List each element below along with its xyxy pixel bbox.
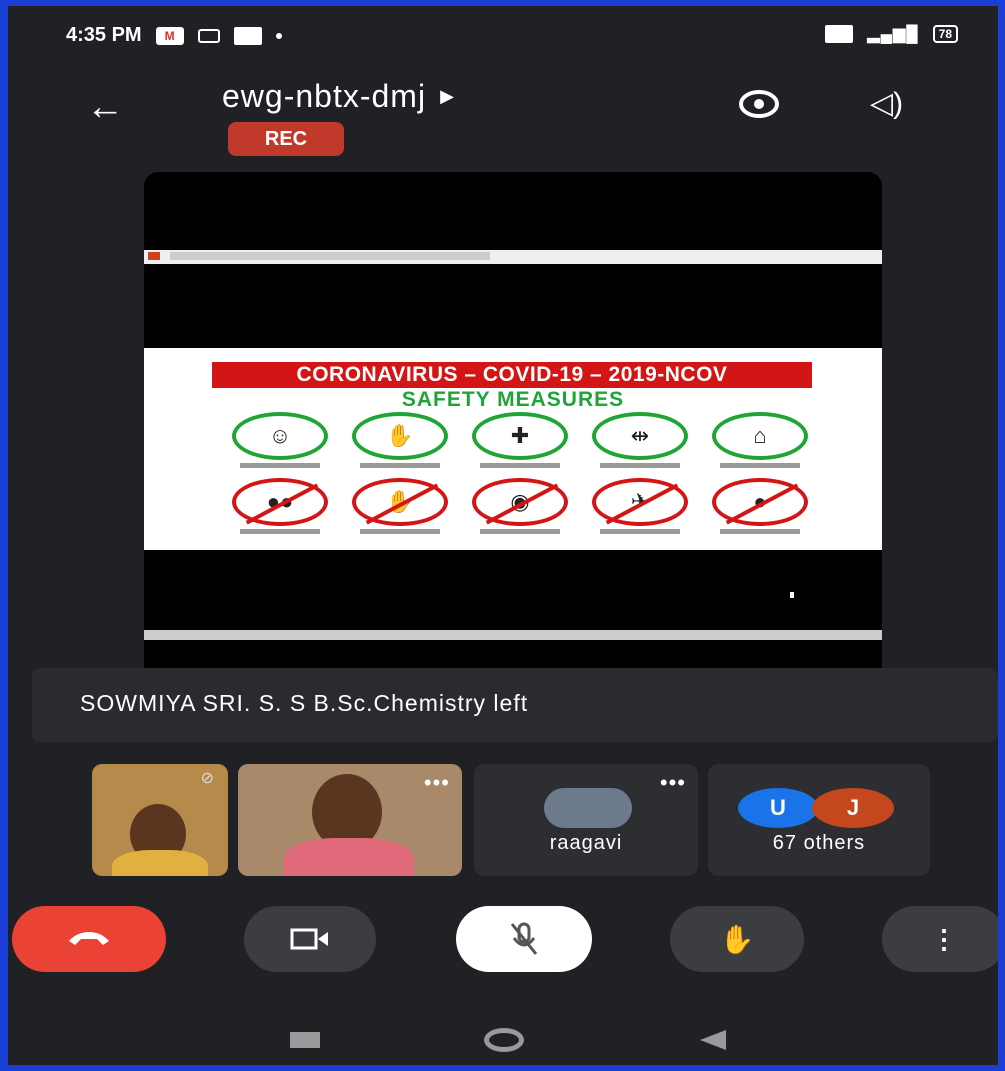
ppt-statusbar [144,630,882,640]
more-vert-icon: ⋮ [931,923,957,954]
no-sick-contact-icon: ● [712,478,808,526]
ppt-titlebar [144,250,882,264]
screen-share: CORONAVIRUS – COVID-19 – 2019-NCOV SAFET… [144,172,882,668]
recents-nav-button[interactable] [290,1032,320,1048]
battery-level: 78 [938,27,952,41]
participant-tile-raagavi[interactable]: ••• raagavi [474,764,698,876]
others-tile[interactable]: U J 67 others [708,764,930,876]
video-camera-icon [290,928,328,950]
more-icon[interactable]: ••• [660,770,686,796]
volte-icon [825,25,854,43]
no-travel-icon: ✈ [592,478,688,526]
no-crowd-icon: ●● [232,478,328,526]
battery-icon: 78 [932,25,958,43]
self-video-tile[interactable]: ⊘ [92,764,228,876]
slide: CORONAVIRUS – COVID-19 – 2019-NCOV SAFET… [144,348,882,550]
rec-label: REC [264,127,308,150]
raise-hand-button[interactable]: ✋ [670,906,804,972]
hand-icon: ✋ [719,923,755,955]
more-icon[interactable]: ••• [424,770,450,796]
mic-off-icon [510,922,538,955]
meeting-code: ewg-nbtx-dmj [222,78,427,114]
more-options-button[interactable]: ⋮ [882,906,998,972]
participant-left-notice: SOWMIYA SRI. S. S B.Sc.Chemistry left [32,668,998,742]
speaker-icon[interactable]: ◁) [870,86,903,121]
meet-screen: 4:35 PM M ▂▄▆█ 78 ← ewg-nbtx-dmj ▶ REC ◁… [8,6,998,1065]
others-count: 67 others [772,832,866,854]
safety-icons: ☺ ✋ ✚ ⇹ ⌂ ●● ✋ ◉ ✈ ● [220,412,820,534]
camera-toggle-button[interactable] [244,906,376,972]
gmail-icon: M [155,26,184,45]
cursor-icon [790,592,794,598]
notice-text: SOWMIYA SRI. S. S B.Sc.Chemistry left [80,690,529,716]
avatar-j: J [812,788,894,828]
switch-camera-icon[interactable] [736,86,782,122]
rec-badge: REC [228,122,344,156]
mic-off-icon: ⊘ [200,770,214,787]
chevron-right-icon: ▶ [440,86,455,106]
slide-banner: CORONAVIRUS – COVID-19 – 2019-NCOV [212,362,812,388]
photos-icon [233,26,262,45]
back-arrow-icon[interactable]: ← [86,86,124,129]
mic-toggle-button[interactable] [456,906,592,972]
slide-subtitle: SAFETY MEASURES [401,388,625,411]
signal-icon: ▂▄▆█ [867,26,919,43]
no-handshake-icon: ✋ [352,478,448,526]
hang-up-icon [69,932,109,945]
participant-video-tile[interactable]: ••• [238,764,462,876]
video-icon [197,28,220,43]
meeting-title[interactable]: ewg-nbtx-dmj ▶ [222,78,455,115]
dot-icon [275,32,282,39]
distance-icon: ⇹ [592,412,688,460]
mask-icon: ☺ [232,412,328,460]
status-time: 4:35 PM [66,24,142,46]
avatar [544,788,632,828]
wash-hands-icon: ✋ [352,412,448,460]
status-right: ▂▄▆█ 78 [825,24,958,44]
home-nav-button[interactable] [484,1028,524,1052]
stay-home-icon: ⌂ [712,412,808,460]
no-touch-face-icon: ◉ [472,478,568,526]
sanitizer-icon: ✚ [472,412,568,460]
avatar-u: U [738,788,818,828]
participant-name: raagavi [549,832,623,854]
status-bar: 4:35 PM M [66,24,282,47]
back-nav-button[interactable] [700,1030,726,1050]
end-call-button[interactable] [12,906,166,972]
